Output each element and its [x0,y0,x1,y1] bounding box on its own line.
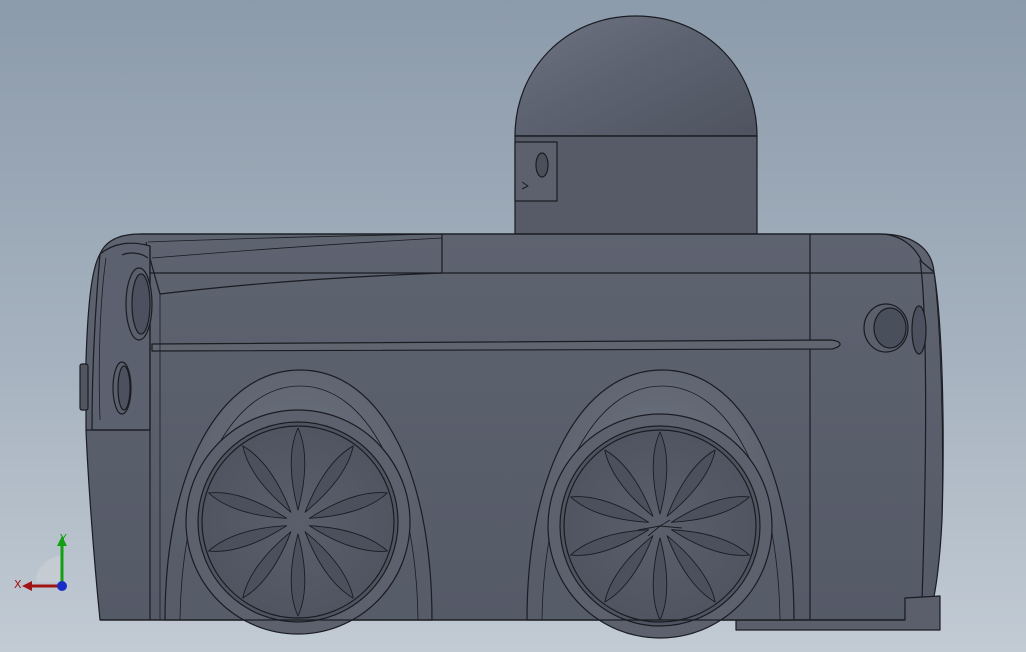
rear-sensor-small[interactable] [911,305,927,355]
y-axis-label: Y [59,532,67,545]
x-axis-label: X [14,578,22,591]
z-axis-dot [57,581,67,591]
cad-graphics-area[interactable]: Y X [0,0,1026,652]
robot-car-model[interactable] [0,0,1026,652]
dome-side-panel[interactable] [514,141,558,202]
axis-triad: Y X [14,532,67,591]
sensor-dome[interactable] [514,15,758,235]
dome-mount-hole [535,152,549,178]
front-bumper-nub [79,363,89,411]
rear-sensors[interactable] [863,303,927,355]
